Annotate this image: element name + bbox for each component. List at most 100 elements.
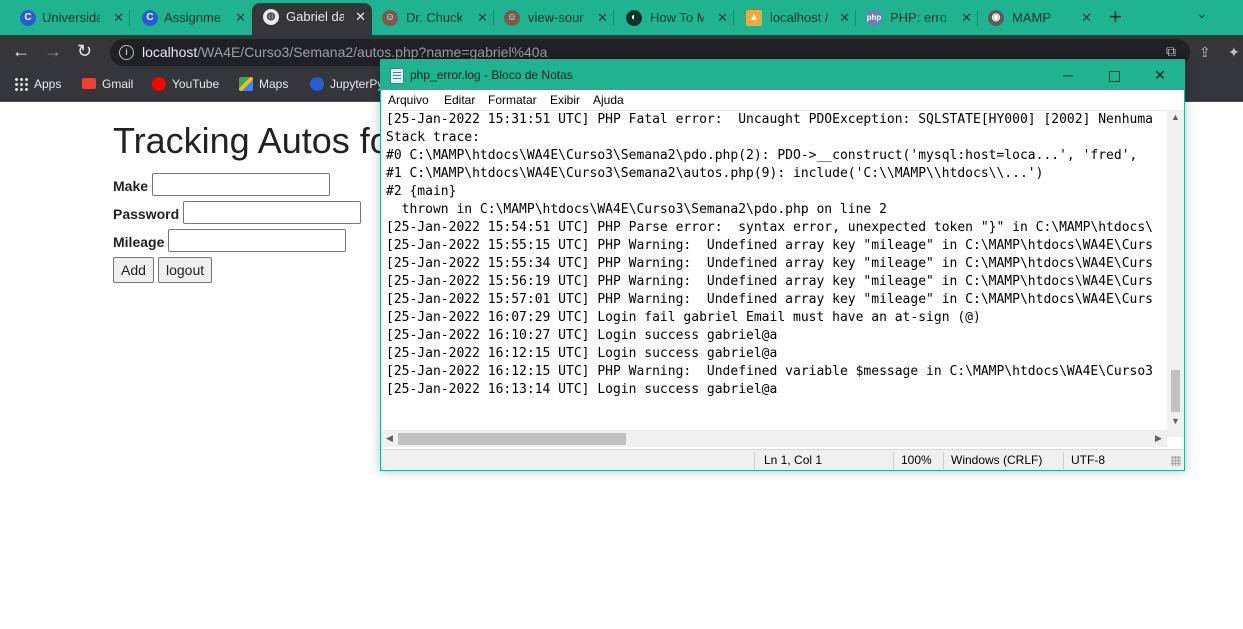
- scroll-up-arrow-icon[interactable]: ▲: [1167, 112, 1184, 122]
- log-line: [25-Jan-2022 15:56:19 UTC] PHP Warning: …: [386, 274, 1154, 289]
- bookmark-apps[interactable]: Apps: [14, 70, 61, 99]
- tab-title: view-sourc: [528, 10, 584, 25]
- log-line: [25-Jan-2022 16:12:15 UTC] PHP Warning: …: [386, 364, 1154, 379]
- status-divider: [943, 452, 944, 469]
- tab-view-source[interactable]: ☺ view-sourc ✕: [494, 6, 614, 29]
- vertical-scrollbar[interactable]: ▲ ▼: [1167, 110, 1184, 437]
- notepad-titlebar[interactable]: php_error.log - Bloco de Notas ─ ✕: [381, 60, 1184, 90]
- menu-exibir[interactable]: Exibir: [550, 90, 580, 110]
- close-icon[interactable]: ✕: [235, 6, 246, 29]
- close-window-button[interactable]: ✕: [1137, 60, 1183, 90]
- bookmark-label: Maps: [259, 77, 289, 91]
- log-line: Stack trace:: [386, 130, 480, 145]
- tab-gabriel-active[interactable]: ◍ Gabriel da ✕: [252, 3, 372, 35]
- extensions-icon[interactable]: ✦: [1228, 44, 1240, 61]
- translate-icon[interactable]: ⧉: [1166, 43, 1176, 60]
- log-line: [25-Jan-2022 15:55:34 UTC] PHP Warning: …: [386, 256, 1154, 271]
- url-host: localhost: [142, 44, 198, 60]
- share-icon[interactable]: ⇪: [1199, 44, 1211, 61]
- vertical-scroll-thumb[interactable]: [1171, 370, 1180, 412]
- back-arrow-icon[interactable]: ←: [12, 41, 30, 62]
- menu-arquivo[interactable]: Arquivo: [388, 90, 429, 110]
- tab-title: MAMP: [1012, 10, 1051, 25]
- logout-button[interactable]: logout: [158, 257, 213, 283]
- make-input[interactable]: [152, 173, 330, 196]
- tab-title: PHP: error: [890, 10, 946, 25]
- avatar-icon: ☺: [504, 10, 520, 26]
- close-icon[interactable]: ✕: [355, 3, 366, 30]
- notepad-icon: [390, 68, 404, 84]
- zoom-level: 100%: [901, 453, 932, 467]
- close-icon[interactable]: ✕: [839, 6, 850, 29]
- horizontal-scroll-thumb[interactable]: [398, 433, 626, 445]
- bookmark-label: Apps: [34, 77, 62, 91]
- tab-title: How To M: [650, 10, 704, 25]
- minimize-button[interactable]: ─: [1045, 60, 1091, 90]
- scroll-right-arrow-icon[interactable]: ▶: [1155, 430, 1162, 447]
- encoding: UTF-8: [1071, 453, 1105, 467]
- maps-icon: [239, 76, 253, 91]
- tab-dr-chuck[interactable]: ☺ Dr. Chuck ✕: [372, 6, 494, 29]
- bookmark-jupyterpy[interactable]: JupyterPy: [310, 70, 383, 99]
- bookmark-label: Gmail: [102, 77, 134, 91]
- tab-how-to[interactable]: ◐ How To M ✕: [614, 6, 734, 29]
- php-icon: php: [866, 10, 882, 26]
- notepad-text-area[interactable]: [25-Jan-2022 15:31:51 UTC] PHP Fatal err…: [381, 110, 1184, 438]
- reload-icon[interactable]: ↻: [77, 41, 92, 62]
- tab-title: localhost /: [770, 10, 828, 25]
- log-line: [25-Jan-2022 15:31:51 UTC] PHP Fatal err…: [386, 112, 1154, 127]
- new-tab-plus-icon[interactable]: +: [1109, 4, 1122, 30]
- scroll-down-arrow-icon[interactable]: ▼: [1167, 416, 1184, 426]
- log-line: [25-Jan-2022 16:10:27 UTC] Login success…: [386, 328, 778, 343]
- log-line: #2 {main}: [386, 184, 457, 199]
- resize-grip-icon[interactable]: [1171, 456, 1181, 466]
- horizontal-scrollbar[interactable]: ◀ ▶: [381, 430, 1167, 447]
- tab-assignment[interactable]: C Assignmen ✕: [122, 6, 252, 29]
- digitalocean-icon: ◐: [626, 10, 642, 26]
- close-icon[interactable]: ✕: [477, 6, 488, 29]
- log-line: #0 C:\MAMP\htdocs\WA4E\Curso3\Semana2\pd…: [386, 148, 1138, 163]
- tab-php-error[interactable]: php PHP: error ✕: [856, 6, 978, 29]
- notepad-title: php_error.log - Bloco de Notas: [410, 68, 573, 82]
- c-logo-icon: C: [20, 10, 36, 26]
- c-logo-icon: C: [142, 10, 158, 26]
- forward-arrow-icon[interactable]: →: [44, 41, 62, 62]
- maximize-button[interactable]: [1091, 60, 1137, 90]
- close-icon[interactable]: ✕: [597, 6, 608, 29]
- password-input[interactable]: [183, 201, 361, 224]
- globe-icon: ◍: [263, 9, 279, 25]
- log-line: [25-Jan-2022 15:54:51 UTC] PHP Parse err…: [386, 220, 1154, 235]
- add-button[interactable]: Add: [113, 257, 154, 283]
- tab-title: Dr. Chuck: [406, 10, 462, 25]
- close-icon[interactable]: ✕: [717, 6, 728, 29]
- bookmark-maps[interactable]: Maps: [239, 70, 288, 99]
- tab-mamp[interactable]: ◉ MAMP ✕: [978, 6, 1098, 29]
- status-divider: [1063, 452, 1064, 469]
- scroll-left-arrow-icon[interactable]: ◀: [386, 430, 393, 447]
- tab-search-chevron-icon[interactable]: ⌄: [1196, 5, 1208, 22]
- tab-universidade[interactable]: C Universida ✕: [0, 6, 130, 29]
- log-line: [25-Jan-2022 15:55:15 UTC] PHP Warning: …: [386, 238, 1154, 253]
- status-divider: [754, 452, 755, 469]
- bookmark-label: JupyterPy: [330, 77, 384, 91]
- phpmyadmin-icon: ▲: [746, 10, 762, 26]
- close-icon[interactable]: ✕: [961, 6, 972, 29]
- mileage-input[interactable]: [168, 229, 346, 252]
- mileage-label: Mileage: [113, 234, 165, 250]
- status-divider: [893, 452, 894, 469]
- menu-editar[interactable]: Editar: [444, 90, 475, 110]
- menu-ajuda[interactable]: Ajuda: [593, 90, 624, 110]
- notepad-menubar: Arquivo Editar Formatar Exibir Ajuda: [381, 90, 1184, 110]
- log-line: thrown in C:\MAMP\htdocs\WA4E\Curso3\Sem…: [386, 202, 887, 217]
- log-text: [25-Jan-2022 15:31:51 UTC] PHP Fatal err…: [386, 111, 1166, 399]
- site-info-icon[interactable]: i: [119, 45, 134, 60]
- log-line: [25-Jan-2022 16:13:14 UTC] Login success…: [386, 382, 778, 397]
- bookmark-youtube[interactable]: YouTube: [152, 70, 219, 99]
- page-title: Tracking Autos fo: [113, 120, 390, 161]
- close-icon[interactable]: ✕: [1081, 6, 1092, 29]
- log-line: [25-Jan-2022 15:57:01 UTC] PHP Warning: …: [386, 292, 1154, 307]
- menu-formatar[interactable]: Formatar: [488, 90, 537, 110]
- tab-localhost-phpmyadmin[interactable]: ▲ localhost / ✕: [734, 6, 856, 29]
- mamp-icon: ◉: [988, 10, 1004, 26]
- bookmark-gmail[interactable]: Gmail: [82, 70, 133, 99]
